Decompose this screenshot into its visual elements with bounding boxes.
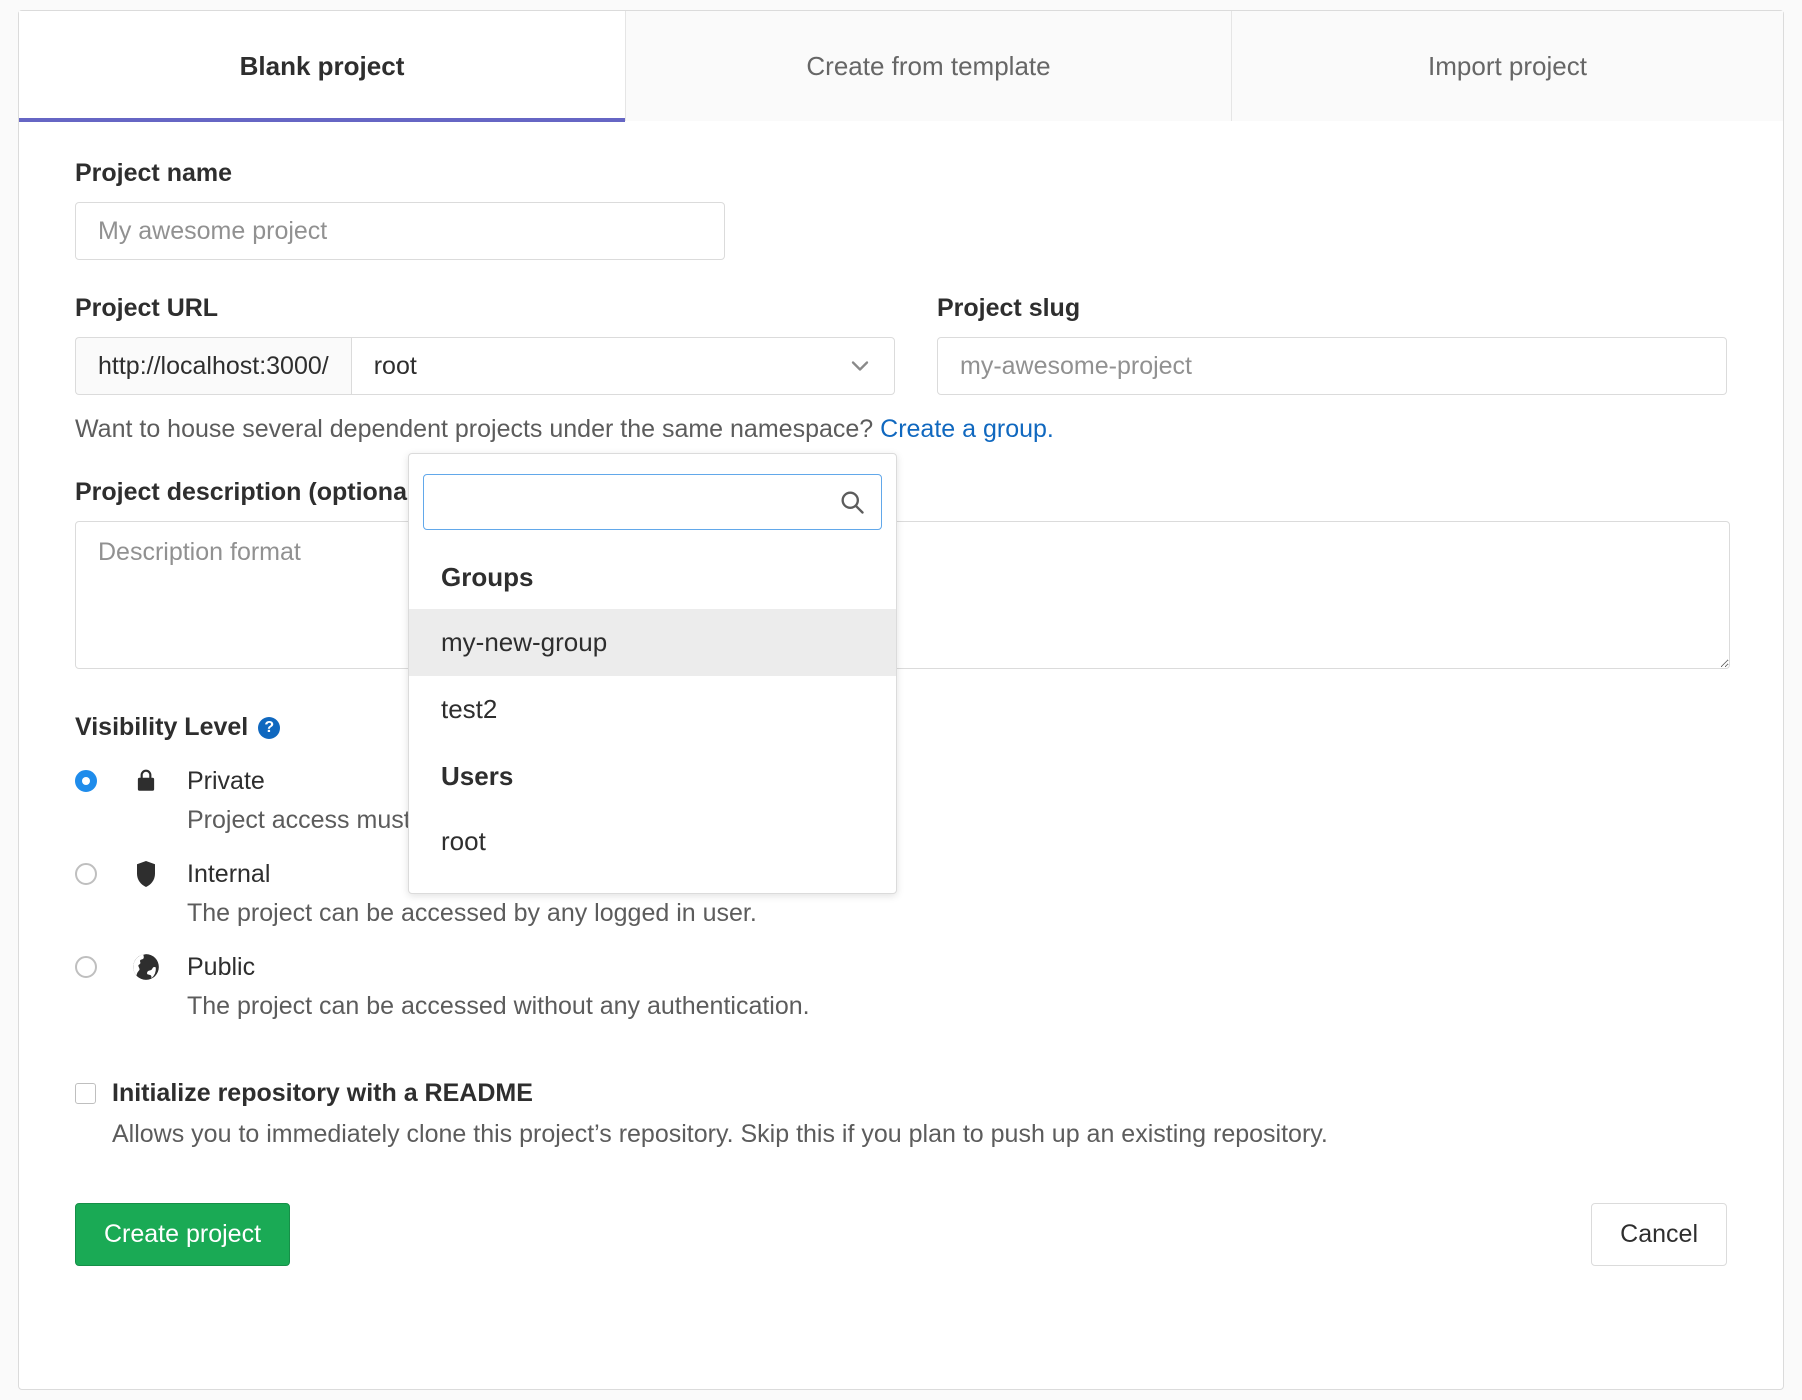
visibility-option-public[interactable]: Public The project can be accessed witho… (75, 952, 1727, 1021)
visibility-option-internal[interactable]: Internal The project can be accessed by … (75, 859, 1727, 928)
project-name-group: Project name (75, 159, 1727, 260)
radio-private[interactable] (75, 770, 97, 792)
dropdown-header-groups: Groups (409, 544, 896, 609)
readme-checkbox[interactable] (75, 1083, 96, 1104)
visibility-public-description: The project can be accessed without any … (187, 992, 1727, 1021)
visibility-option-internal-row: Internal (75, 859, 1727, 889)
url-slug-row: Project URL http://localhost:3000/ root … (75, 294, 1727, 395)
project-description-label: Project description (optional) (75, 478, 1727, 507)
chevron-down-icon (846, 352, 874, 380)
project-url-prefix: http://localhost:3000/ (75, 337, 351, 395)
project-slug-label: Project slug (937, 294, 1727, 323)
visibility-option-private[interactable]: Private Project access must be granted e… (75, 766, 1727, 835)
tab-import-project[interactable]: Import project (1232, 11, 1783, 121)
project-name-input[interactable] (75, 202, 725, 260)
form-actions: Create project Cancel (75, 1203, 1727, 1306)
radio-internal[interactable] (75, 863, 97, 885)
project-url-label: Project URL (75, 294, 937, 323)
visibility-level-heading: Visibility Level ? (75, 713, 1727, 742)
dropdown-item-my-new-group[interactable]: my-new-group (409, 609, 896, 676)
tab-create-from-template[interactable]: Create from template (626, 11, 1232, 121)
create-project-button[interactable]: Create project (75, 1203, 290, 1266)
visibility-private-name: Private (187, 767, 265, 796)
question-mark-icon[interactable]: ? (258, 717, 280, 739)
dropdown-item-test2[interactable]: test2 (409, 676, 896, 743)
visibility-level-label: Visibility Level (75, 713, 248, 742)
namespace-search-input[interactable] (423, 474, 882, 530)
question-mark-glyph: ? (264, 719, 274, 737)
tab-import-project-label: Import project (1428, 51, 1587, 82)
readme-description: Allows you to immediately clone this pro… (112, 1120, 1727, 1149)
namespace-select[interactable]: root (351, 337, 895, 395)
visibility-internal-name: Internal (187, 860, 270, 889)
project-name-label: Project name (75, 159, 1727, 188)
namespace-helper-text: Want to house several dependent projects… (75, 415, 1727, 444)
dropdown-header-users: Users (409, 743, 896, 808)
visibility-option-public-row: Public (75, 952, 1727, 982)
project-slug-group: Project slug (937, 294, 1727, 395)
visibility-public-name: Public (187, 953, 255, 982)
project-slug-input[interactable] (937, 337, 1727, 395)
readme-group: Initialize repository with a README Allo… (75, 1079, 1727, 1149)
globe-icon (131, 952, 161, 982)
dropdown-item-root[interactable]: root (409, 808, 896, 875)
visibility-internal-description: The project can be accessed by any logge… (187, 899, 1727, 928)
tab-blank-project[interactable]: Blank project (19, 11, 626, 121)
radio-public[interactable] (75, 956, 97, 978)
project-type-tabs: Blank project Create from template Impor… (19, 11, 1783, 121)
project-description-textarea[interactable] (75, 521, 1730, 669)
lock-icon (131, 766, 161, 796)
cancel-button[interactable]: Cancel (1591, 1203, 1727, 1266)
namespace-helper-label: Want to house several dependent projects… (75, 415, 873, 443)
create-a-group-link[interactable]: Create a group. (880, 415, 1054, 443)
tab-blank-project-label: Blank project (240, 51, 405, 82)
namespace-select-value: root (374, 352, 417, 381)
project-description-group: Project description (optional) (75, 478, 1727, 669)
namespace-dropdown: Groups my-new-group test2 Users root (408, 453, 897, 894)
shield-icon (131, 859, 161, 889)
project-url-group: Project URL http://localhost:3000/ root (75, 294, 937, 395)
readme-row: Initialize repository with a README (75, 1079, 1727, 1108)
project-url-input-group: http://localhost:3000/ root (75, 337, 895, 395)
namespace-search-wrap (423, 474, 882, 530)
tab-create-from-template-label: Create from template (806, 51, 1050, 82)
new-project-form: Project name Project URL http://localhos… (19, 121, 1783, 1306)
new-project-card: Blank project Create from template Impor… (18, 10, 1784, 1390)
readme-label[interactable]: Initialize repository with a README (112, 1079, 533, 1108)
visibility-option-private-row: Private (75, 766, 1727, 796)
